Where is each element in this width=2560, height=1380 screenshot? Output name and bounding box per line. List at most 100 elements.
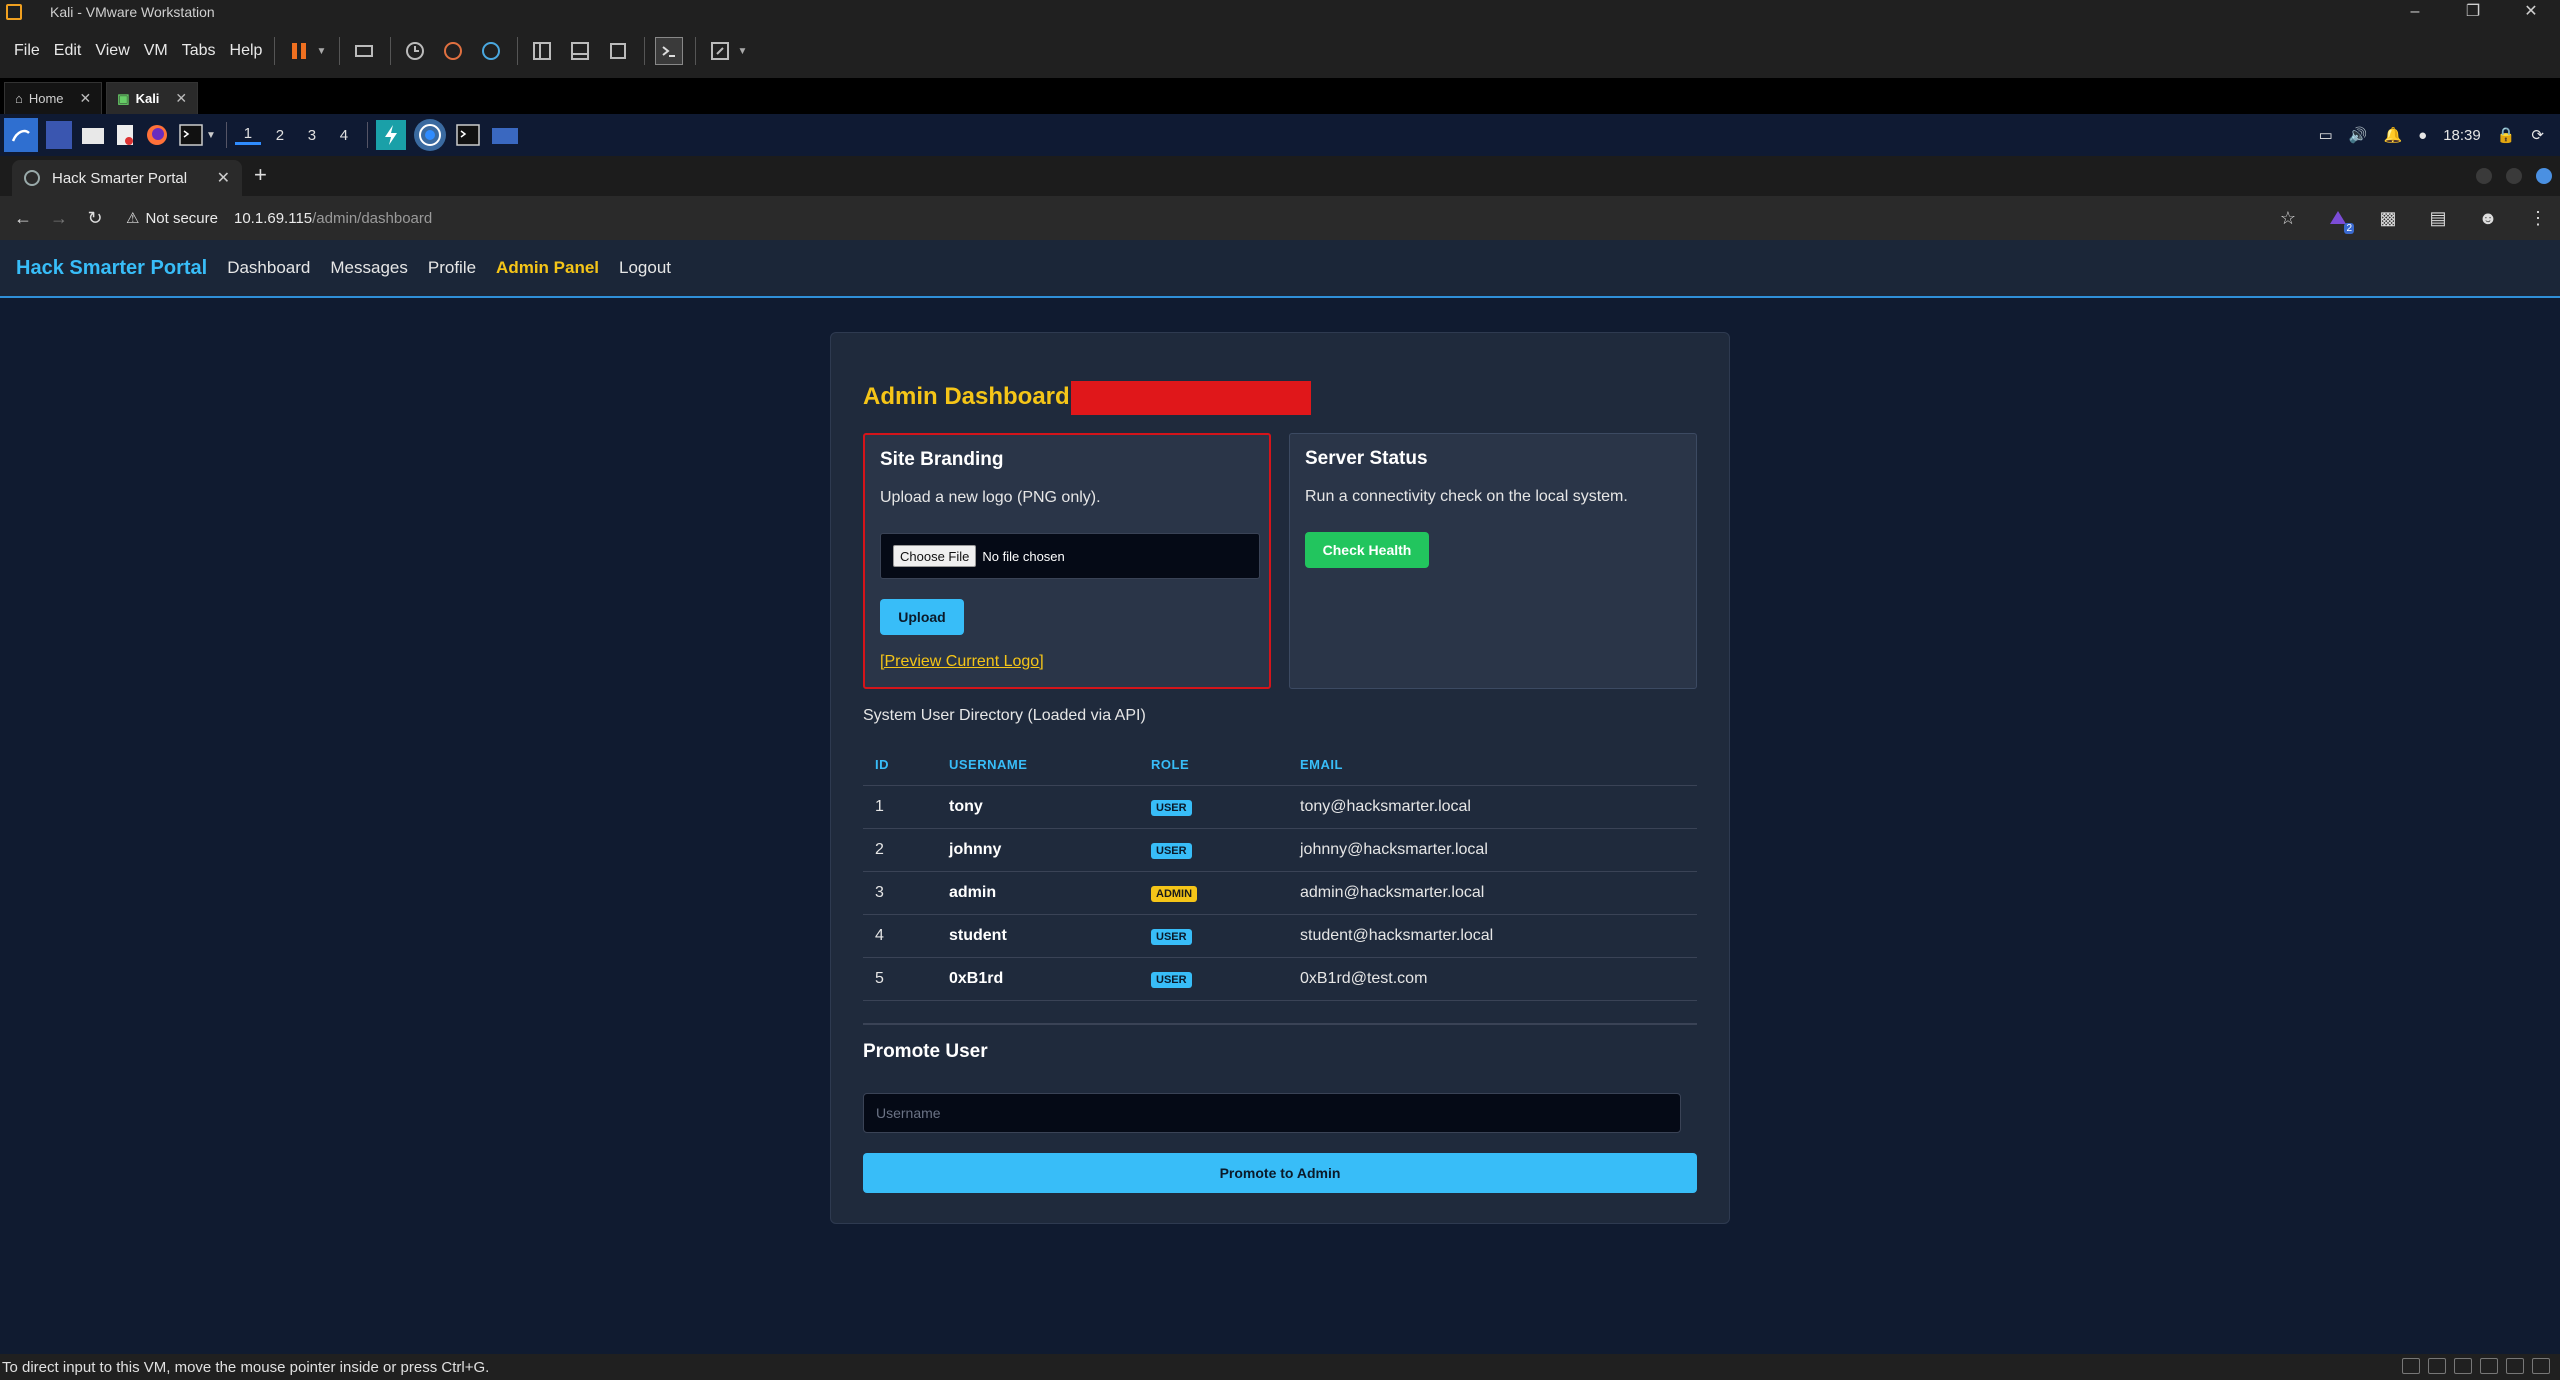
preview-logo-link[interactable]: [Preview Current Logo] xyxy=(880,653,1044,671)
snapshot-icon[interactable] xyxy=(401,37,429,65)
menu-vm[interactable]: VM xyxy=(144,42,168,60)
workspace-1[interactable]: 1 xyxy=(234,125,261,145)
sound-icon[interactable] xyxy=(2480,1358,2498,1374)
terminal-window-icon[interactable] xyxy=(454,121,482,149)
vmware-status-bar: To direct input to this VM, move the mou… xyxy=(0,1354,2560,1380)
new-tab-icon[interactable]: + xyxy=(254,162,267,188)
profile-icon[interactable]: ☻ xyxy=(2474,204,2502,232)
terminal-icon[interactable] xyxy=(178,121,204,149)
menu-file[interactable]: File xyxy=(14,42,40,60)
address-bar[interactable]: ⚠ Not secure 10.1.69.115/admin/dashboard xyxy=(126,201,2326,235)
extensions-puzzle-icon[interactable]: ▩ xyxy=(2374,204,2402,232)
snapshot-manager-icon[interactable] xyxy=(477,37,505,65)
workspace-3[interactable]: 3 xyxy=(299,127,325,144)
network-icon[interactable] xyxy=(2428,1358,2446,1374)
kali-top-panel: ▼ 1 2 3 4 ▭ 🔊 🔔 ● 18:39 🔒 ⟳ xyxy=(0,114,2560,156)
fullscreen-icon[interactable] xyxy=(604,37,632,65)
text-editor-icon[interactable] xyxy=(114,121,136,149)
desktop-icon[interactable] xyxy=(46,121,72,149)
close-icon[interactable]: ✕ xyxy=(2502,0,2560,24)
not-secure-label[interactable]: Not secure xyxy=(145,210,218,227)
close-tab-icon[interactable]: ✕ xyxy=(80,90,92,107)
maximize-icon[interactable] xyxy=(2506,168,2522,184)
send-keys-icon[interactable] xyxy=(350,37,378,65)
nav-messages[interactable]: Messages xyxy=(330,258,407,278)
menu-edit[interactable]: Edit xyxy=(54,42,82,60)
cell-username: admin xyxy=(937,871,1139,915)
display-icon[interactable]: ▭ xyxy=(2319,126,2333,144)
cell-id: 5 xyxy=(863,957,937,1001)
nav-dashboard[interactable]: Dashboard xyxy=(227,258,310,278)
folder-window-icon[interactable] xyxy=(490,121,520,149)
table-row: 3 admin ADMIN admin@hacksmarter.local xyxy=(863,871,1697,915)
workspace-4[interactable]: 4 xyxy=(331,127,357,144)
browser-actions: ☆ 2 ▩ ▤ ☻ ⋮ xyxy=(2252,204,2552,234)
menu-help[interactable]: Help xyxy=(230,42,263,60)
role-badge: ADMIN xyxy=(1151,885,1198,902)
extension-badge-icon[interactable]: 2 xyxy=(2324,204,2354,234)
vm-tab-label: Home xyxy=(28,91,64,106)
dropdown-chevron-icon[interactable]: ▼ xyxy=(315,37,327,65)
close-tab-icon[interactable]: ✕ xyxy=(217,168,230,188)
back-icon[interactable]: ← xyxy=(10,208,36,229)
workspace-2[interactable]: 2 xyxy=(267,127,293,144)
forward-icon[interactable]: → xyxy=(46,208,72,229)
vm-tab-kali[interactable]: ▣ Kali ✕ xyxy=(106,82,199,114)
kali-menu-icon[interactable] xyxy=(4,118,38,152)
menu-tabs[interactable]: Tabs xyxy=(182,42,216,60)
table-row: 2 johnny USER johnny@hacksmarter.local xyxy=(863,828,1697,872)
minimize-icon[interactable] xyxy=(2476,168,2492,184)
thumbnail-view-icon[interactable] xyxy=(566,37,594,65)
panel-title: Server Status xyxy=(1305,448,1428,469)
volume-icon[interactable]: 🔊 xyxy=(2349,126,2368,144)
pause-icon[interactable] xyxy=(285,37,313,65)
burp-icon[interactable] xyxy=(375,120,406,150)
nav-logout[interactable]: Logout xyxy=(619,258,671,278)
warning-icon[interactable]: ⚠ xyxy=(126,209,139,227)
vm-tab-home[interactable]: ⌂ Home ✕ xyxy=(4,82,103,114)
bookmark-star-icon[interactable]: ☆ xyxy=(2274,204,2302,232)
file-manager-icon[interactable] xyxy=(80,121,106,149)
revert-snapshot-icon[interactable] xyxy=(439,37,467,65)
browser-tab[interactable]: Hack Smarter Portal ✕ xyxy=(12,160,242,196)
choose-file-button[interactable]: Choose File xyxy=(893,545,977,567)
promote-to-admin-button[interactable]: Promote to Admin xyxy=(863,1153,1697,1193)
cell-id: 2 xyxy=(863,828,937,872)
menu-view[interactable]: View xyxy=(95,42,129,60)
toolbar-separator xyxy=(517,37,519,65)
close-tab-icon[interactable]: ✕ xyxy=(175,90,187,107)
display-device-icon[interactable] xyxy=(2506,1358,2524,1374)
nav-admin-panel[interactable]: Admin Panel xyxy=(496,258,599,278)
redaction-box xyxy=(1071,381,1311,415)
username-input[interactable] xyxy=(863,1093,1681,1133)
logo-file-input[interactable]: Choose File No file chosen xyxy=(880,533,1260,579)
nav-profile[interactable]: Profile xyxy=(428,258,476,278)
logout-icon[interactable]: ⟳ xyxy=(2531,126,2544,144)
restore-icon[interactable]: ❐ xyxy=(2444,0,2502,24)
usb-icon[interactable] xyxy=(2454,1358,2472,1374)
check-health-button[interactable]: Check Health xyxy=(1305,532,1429,568)
message-icon[interactable] xyxy=(2532,1358,2550,1374)
firefox-icon[interactable] xyxy=(144,121,170,149)
upload-button[interactable]: Upload xyxy=(880,599,964,635)
hard-disk-icon[interactable] xyxy=(2402,1358,2420,1374)
stretch-guest-icon[interactable] xyxy=(706,37,734,65)
stretch-dropdown-chevron-icon[interactable]: ▼ xyxy=(736,37,748,65)
cell-role: ADMIN xyxy=(1139,871,1288,915)
lock-icon[interactable]: 🔒 xyxy=(2497,126,2516,144)
library-view-icon[interactable] xyxy=(528,37,556,65)
minimize-icon[interactable]: – xyxy=(2386,0,2444,24)
power-icon[interactable]: ● xyxy=(2418,127,2427,144)
terminal-dropdown-chevron-icon[interactable]: ▼ xyxy=(206,121,216,149)
chromium-icon[interactable] xyxy=(413,119,446,151)
panel-separator xyxy=(225,122,227,148)
console-view-icon[interactable] xyxy=(655,37,684,65)
close-icon[interactable] xyxy=(2536,168,2552,184)
browser-tab-title: Hack Smarter Portal xyxy=(52,169,188,187)
clock[interactable]: 18:39 xyxy=(2443,127,2481,144)
notifications-icon[interactable]: 🔔 xyxy=(2383,126,2402,144)
cast-icon[interactable]: ▤ xyxy=(2424,204,2452,232)
reload-icon[interactable]: ↻ xyxy=(82,208,108,229)
kebab-menu-icon[interactable]: ⋮ xyxy=(2524,204,2552,232)
site-brand[interactable]: Hack Smarter Portal xyxy=(16,257,207,280)
